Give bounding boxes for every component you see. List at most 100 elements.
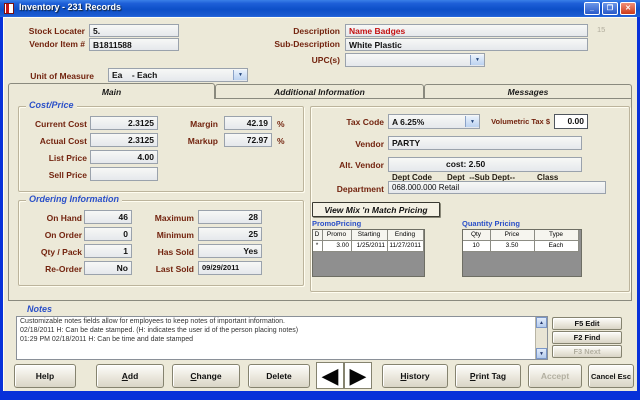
promo-cell: 1/25/2011 (352, 241, 388, 252)
tab-main[interactable]: Main (8, 83, 215, 99)
quantity-col-price: Price (491, 230, 535, 241)
promo-row[interactable]: * 3.00 1/25/2011 11/27/2011 (313, 241, 424, 252)
qty-pack-field[interactable]: 1 (84, 244, 132, 258)
tab-additional-information[interactable]: Additional Information (215, 84, 424, 98)
department-field[interactable]: 068.000.000 Retail (388, 181, 606, 194)
margin-percent-sign: % (277, 119, 285, 129)
f2-find-button[interactable]: F2 Find (552, 331, 622, 344)
quantity-cell: Each (535, 241, 579, 252)
accept-button[interactable]: Accept (528, 364, 582, 388)
current-cost-label: Current Cost (12, 119, 87, 129)
cancel-esc-button[interactable]: Cancel Esc (588, 364, 634, 388)
unit-of-measure-label: Unit of Measure (10, 71, 94, 81)
arrow-left-icon: ◀ (322, 365, 339, 387)
note-line: 01:29 PM 02/18/2011 H: Can be time and d… (17, 335, 547, 344)
volumetric-tax-label: Volumetric Tax $ (484, 117, 550, 126)
next-record-button[interactable]: ▶ (344, 362, 372, 389)
unit-of-measure-value: Ea - Each (112, 70, 157, 80)
margin-field[interactable]: 42.19 (224, 116, 272, 130)
delete-button[interactable]: Delete (248, 364, 310, 388)
description-label: Description (240, 26, 340, 36)
alt-vendor-field[interactable]: TOYS cost: 2.50 (388, 157, 582, 172)
view-mix-match-pricing-button[interactable]: View Mix 'n Match Pricing (312, 202, 440, 217)
description-field[interactable]: Name Badges (345, 24, 588, 37)
promo-pricing-table[interactable]: D Promo Starting Ending * 3.00 1/25/2011… (312, 229, 425, 277)
promo-col-d: D (313, 230, 323, 241)
upc-label: UPC(s) (240, 55, 340, 65)
vendor-field[interactable]: PARTY (388, 136, 582, 150)
history-label: istory (406, 371, 429, 381)
minimize-icon[interactable]: _ (584, 2, 600, 15)
minimum-label: Minimum (130, 230, 194, 240)
add-button[interactable]: Add (96, 364, 164, 388)
tax-code-dropdown[interactable]: A 6.25% ▼ (388, 114, 480, 129)
promo-pricing-title: PromoPricing (312, 219, 361, 228)
window-title: Inventory - 231 Records (19, 2, 121, 12)
scroll-up-icon[interactable]: ▲ (536, 317, 547, 328)
quantity-pricing-table[interactable]: Qty Price Type 10 3.50 Each (462, 229, 582, 277)
promo-cell: 11/27/2011 (388, 241, 424, 252)
has-sold-field[interactable]: Yes (198, 244, 262, 258)
volumetric-tax-field[interactable]: 0.00 (554, 114, 588, 129)
markup-field[interactable]: 72.97 (224, 133, 272, 147)
alt-vendor-value: TOYS (401, 169, 424, 172)
maximize-icon[interactable]: ❐ (602, 2, 618, 15)
list-price-field[interactable]: 4.00 (90, 150, 158, 164)
last-sold-label: Last Sold (130, 264, 194, 274)
maximum-field[interactable]: 28 (198, 210, 262, 224)
on-hand-field[interactable]: 46 (84, 210, 132, 224)
sell-price-field[interactable] (90, 167, 158, 181)
on-hand-label: On Hand (8, 213, 82, 223)
vendor-item-label: Vendor Item # (10, 39, 85, 49)
list-price-label: List Price (12, 153, 87, 163)
current-cost-field[interactable]: 2.3125 (90, 116, 158, 130)
chevron-down-icon[interactable]: ▼ (465, 116, 479, 127)
unit-of-measure-dropdown[interactable]: Ea - Each ▼ (108, 68, 248, 82)
qty-pack-label: Qty / Pack (8, 247, 82, 257)
actual-cost-field[interactable]: 2.3125 (90, 133, 158, 147)
help-button[interactable]: Help (14, 364, 76, 388)
close-icon[interactable]: ✕ (620, 2, 636, 15)
vendor-item-field[interactable]: B1811588 (89, 38, 179, 51)
quantity-cell: 10 (463, 241, 491, 252)
add-label: dd (128, 371, 138, 381)
markup-label: Markup (160, 136, 218, 146)
stock-locater-field[interactable]: 5. (89, 24, 179, 37)
sub-description-field[interactable]: White Plastic (345, 38, 588, 51)
record-page-indicator: 15 (597, 25, 605, 34)
chevron-down-icon[interactable]: ▼ (470, 55, 484, 65)
notes-scrollbar[interactable]: ▲ ▼ (535, 317, 547, 359)
tab-messages[interactable]: Messages (424, 84, 632, 98)
f5-edit-button[interactable]: F5 Edit (552, 317, 622, 330)
tax-code-label: Tax Code (314, 117, 384, 127)
sell-price-label: Sell Price (12, 170, 87, 180)
maximum-label: Maximum (130, 213, 194, 223)
promo-col-promo: Promo (323, 230, 352, 241)
quantity-col-qty: Qty (463, 230, 491, 241)
chevron-down-icon[interactable]: ▼ (233, 70, 247, 80)
last-sold-field[interactable]: 09/29/2011 (198, 261, 262, 275)
f3-next-button[interactable]: F3 Next (552, 345, 622, 358)
upc-dropdown[interactable]: ▼ (345, 53, 485, 67)
notes-textarea[interactable]: Customizable notes fields allow for empl… (16, 316, 548, 360)
quantity-row[interactable]: 10 3.50 Each (463, 241, 581, 252)
minimum-field[interactable]: 25 (198, 227, 262, 241)
on-order-label: On Order (8, 230, 82, 240)
history-button[interactable]: History (382, 364, 448, 388)
change-button[interactable]: Change (172, 364, 240, 388)
reorder-field[interactable]: No (84, 261, 132, 275)
previous-record-button[interactable]: ◀ (316, 362, 344, 389)
title-bar: Inventory - 231 Records _ ❐ ✕ (0, 0, 640, 17)
on-order-field[interactable]: 0 (84, 227, 132, 241)
quantity-pricing-title: Quantity Pricing (462, 219, 520, 228)
sub-description-label: Sub-Description (240, 39, 340, 49)
notes-title: Notes (24, 304, 55, 314)
ordering-information-title: Ordering Information (26, 194, 122, 204)
markup-percent-sign: % (277, 136, 285, 146)
print-tag-button[interactable]: Print Tag (455, 364, 521, 388)
alt-vendor-label: Alt. Vendor (314, 160, 384, 170)
scroll-down-icon[interactable]: ▼ (536, 348, 547, 359)
quantity-cell: 3.50 (491, 241, 535, 252)
note-line: 02/18/2011 H: Can be date stamped. (H: i… (17, 326, 547, 335)
alt-vendor-cost: cost: 2.50 (446, 159, 485, 169)
